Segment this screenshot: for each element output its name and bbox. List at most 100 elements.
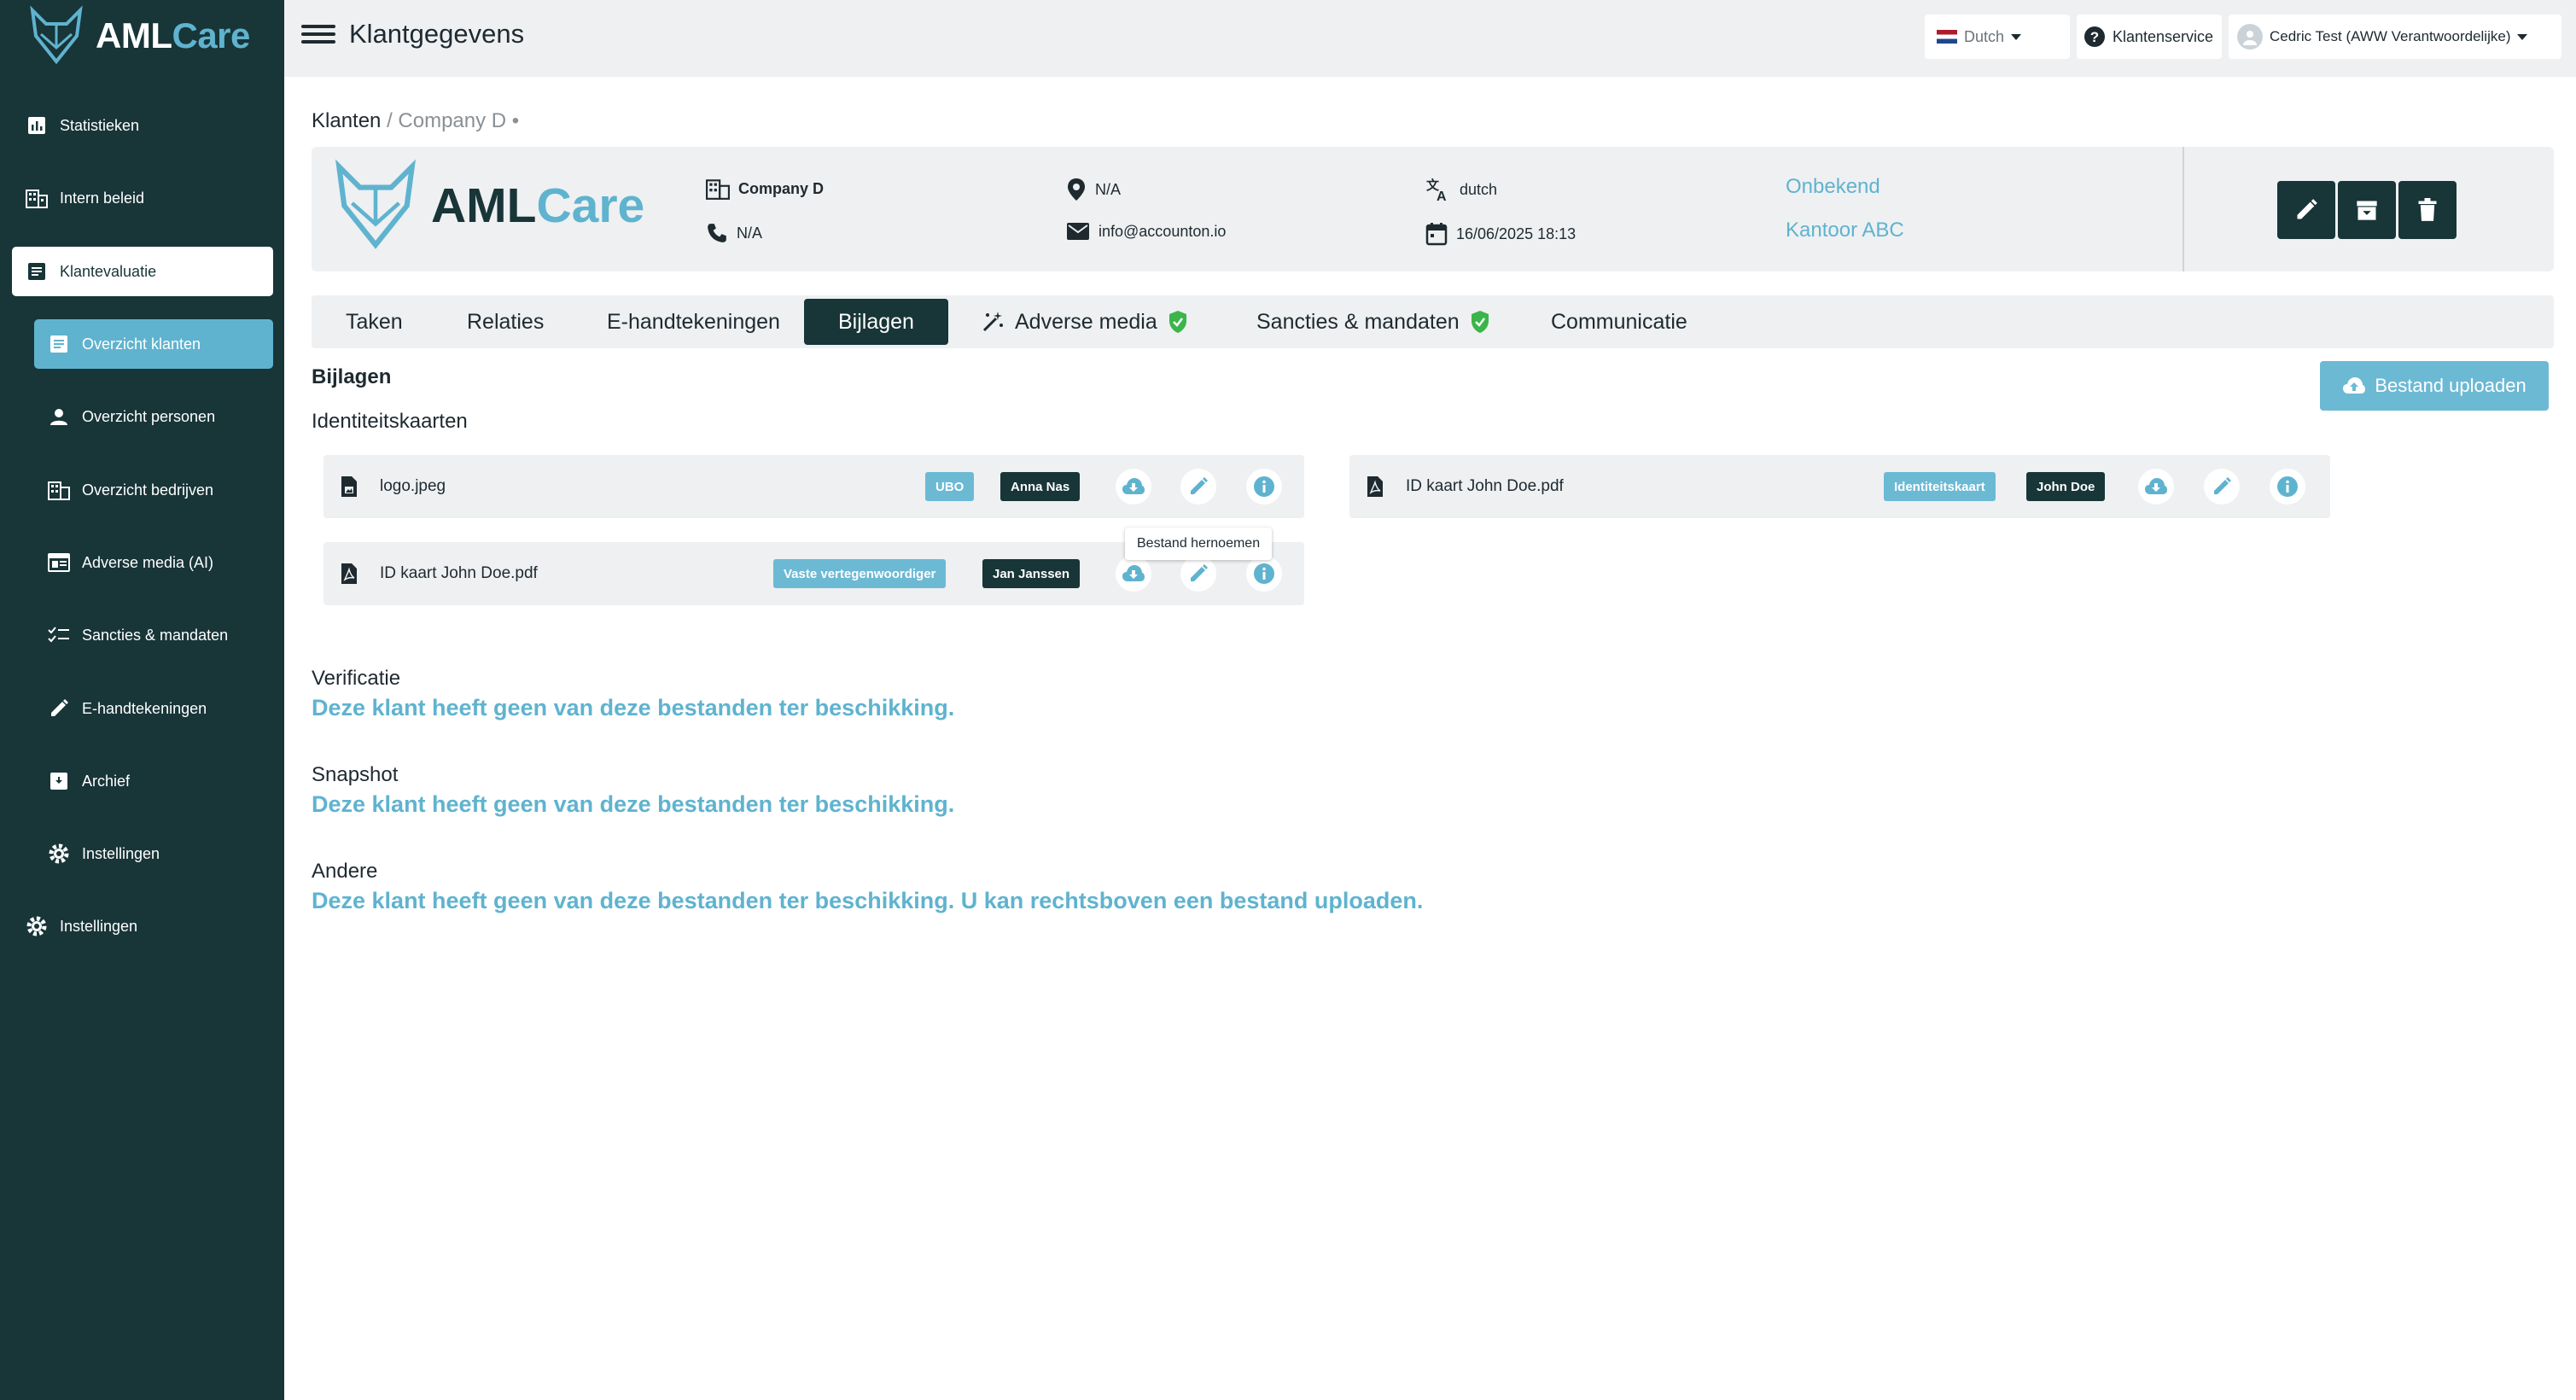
mail-icon: [1067, 223, 1089, 240]
tab-label: Bijlagen: [838, 309, 914, 334]
sidebar-item-label: Overzicht klanten: [82, 335, 201, 353]
sidebar-item-label: Instellingen: [60, 917, 138, 935]
breadcrumb-current: / Company D •: [387, 109, 520, 132]
sidebar: AMLCare Statistieken Intern beleid Klant…: [0, 0, 284, 1400]
top-bar: Klantgegevens Dutch ? Klantenservice Ced…: [284, 0, 2576, 77]
chevron-down-icon: [2517, 33, 2528, 40]
sidebar-item-statistieken[interactable]: Statistieken: [12, 101, 273, 150]
rename-button[interactable]: [1180, 469, 1216, 505]
client-office[interactable]: Kantoor ABC: [1786, 219, 1904, 242]
file-person-badge: John Doe: [2026, 472, 2106, 501]
section-title-snapshot: Snapshot: [312, 763, 399, 786]
download-button[interactable]: [2138, 469, 2174, 505]
app-logo[interactable]: AMLCare: [26, 3, 250, 68]
customer-service-button[interactable]: ? Klantenservice: [2077, 15, 2222, 59]
sidebar-item-intern-beleid[interactable]: Intern beleid: [12, 173, 273, 223]
checklist-icon: [46, 622, 72, 648]
download-button[interactable]: [1116, 469, 1151, 505]
upload-file-button[interactable]: Bestand uploaden: [2320, 361, 2549, 411]
building-icon: [706, 179, 730, 200]
tab-e-handtekeningen[interactable]: E-handtekeningen: [607, 299, 780, 345]
info-button[interactable]: [1246, 556, 1282, 592]
client-phone-value: N/A: [737, 224, 763, 242]
tab-label: Relaties: [467, 309, 545, 334]
tab-taken[interactable]: Taken: [346, 299, 403, 345]
shield-check-icon: [1471, 311, 1489, 333]
menu-icon[interactable]: [301, 20, 335, 55]
pencil-icon: [2297, 199, 2317, 219]
language-select[interactable]: Dutch: [1925, 15, 2070, 59]
breadcrumb-root[interactable]: Klanten: [312, 109, 381, 132]
file-row: logo.jpeg UBO Anna Nas: [323, 455, 1304, 518]
archive-client-button[interactable]: [2338, 181, 2396, 239]
language-label: Dutch: [1964, 27, 2005, 45]
sidebar-item-sancties[interactable]: Sancties & mandaten: [34, 610, 273, 660]
attachments-heading: Bijlagen: [312, 365, 392, 388]
building-icon: [46, 477, 72, 503]
tab-label: Taken: [346, 309, 403, 334]
client-logo-care: Care: [536, 178, 645, 233]
sidebar-item-overzicht-bedrijven[interactable]: Overzicht bedrijven: [34, 465, 273, 515]
sidebar-item-instellingen-sub[interactable]: Instellingen: [34, 829, 273, 878]
download-button[interactable]: [1116, 556, 1151, 592]
sidebar-item-instellingen[interactable]: Instellingen: [12, 901, 273, 951]
id-cards-heading: Identiteitskaarten: [312, 410, 468, 433]
section-title-verificatie: Verificatie: [312, 667, 401, 690]
rename-button[interactable]: [1180, 556, 1216, 592]
archive-icon: [46, 768, 72, 794]
magic-wand-icon: [982, 312, 1003, 332]
client-email-value: info@accounton.io: [1099, 222, 1227, 240]
pen-icon: [46, 696, 72, 721]
logo-text-care: Care: [172, 15, 250, 55]
divider: [2183, 147, 2184, 271]
user-menu[interactable]: Cedric Test (AWW Verantwoordelijke): [2229, 15, 2561, 59]
client-logo-text: AMLCare: [431, 178, 644, 234]
sidebar-item-label: Instellingen: [82, 844, 160, 862]
logo-text: AMLCare: [96, 15, 250, 56]
translate-icon: 文A: [1426, 178, 1447, 201]
tab-bijlagen[interactable]: Bijlagen: [804, 299, 948, 345]
shield-check-icon: [1169, 311, 1186, 333]
tab-communicatie[interactable]: Communicatie: [1551, 299, 1687, 345]
sidebar-item-overzicht-klanten[interactable]: Overzicht klanten: [34, 319, 273, 369]
rename-button[interactable]: [2204, 469, 2240, 505]
client-logo: AMLCare: [329, 159, 644, 253]
sidebar-item-overzicht-personen[interactable]: Overzicht personen: [34, 392, 273, 441]
fox-logo-icon: [335, 159, 416, 249]
empty-message: Deze klant heeft geen van deze bestanden…: [312, 695, 955, 720]
sidebar-item-label: Adverse media (AI): [82, 553, 214, 571]
tab-label: Adverse media: [1015, 309, 1157, 334]
tab-label: Sancties & mandaten: [1256, 309, 1460, 334]
sidebar-item-adverse-media[interactable]: Adverse media (AI): [34, 538, 273, 587]
file-row: ID kaart John Doe.pdf Identiteitskaart J…: [1349, 455, 2330, 518]
pencil-icon: [2214, 477, 2231, 494]
info-button[interactable]: [1246, 469, 1282, 505]
client-location: N/A: [1066, 178, 1121, 201]
logo-text-aml: AML: [96, 15, 172, 55]
section-title-andere: Andere: [312, 860, 378, 883]
file-type-badge: Vaste vertegenwoordiger: [773, 559, 947, 588]
sidebar-item-klantevaluatie[interactable]: Klantevaluatie: [12, 247, 273, 296]
page-title: Klantgegevens: [349, 19, 525, 49]
trash-icon: [2418, 198, 2437, 221]
info-icon: [1254, 476, 1274, 497]
cloud-download-icon: [1122, 478, 1145, 494]
client-phone: N/A: [706, 222, 762, 244]
avatar: [2237, 24, 2263, 50]
sidebar-item-label: Statistieken: [60, 116, 140, 134]
sidebar-item-archief[interactable]: Archief: [34, 756, 273, 806]
client-status[interactable]: Onbekend: [1786, 175, 1880, 199]
tab-adverse-media[interactable]: Adverse media: [981, 299, 1188, 345]
delete-client-button[interactable]: [2398, 181, 2457, 239]
document-icon: [46, 331, 72, 357]
client-logo-aml: AML: [431, 178, 537, 233]
tab-sancties[interactable]: Sancties & mandaten: [1256, 299, 1490, 345]
sidebar-item-e-handtekeningen[interactable]: E-handtekeningen: [34, 684, 273, 733]
calendar-icon: [1425, 223, 1448, 246]
rename-tooltip: Bestand hernoemen: [1125, 528, 1273, 560]
tab-relaties[interactable]: Relaties: [467, 299, 544, 345]
location-pin-icon: [1068, 178, 1085, 201]
newspaper-icon: [46, 550, 72, 575]
info-button[interactable]: [2270, 469, 2305, 505]
edit-client-button[interactable]: [2277, 181, 2335, 239]
